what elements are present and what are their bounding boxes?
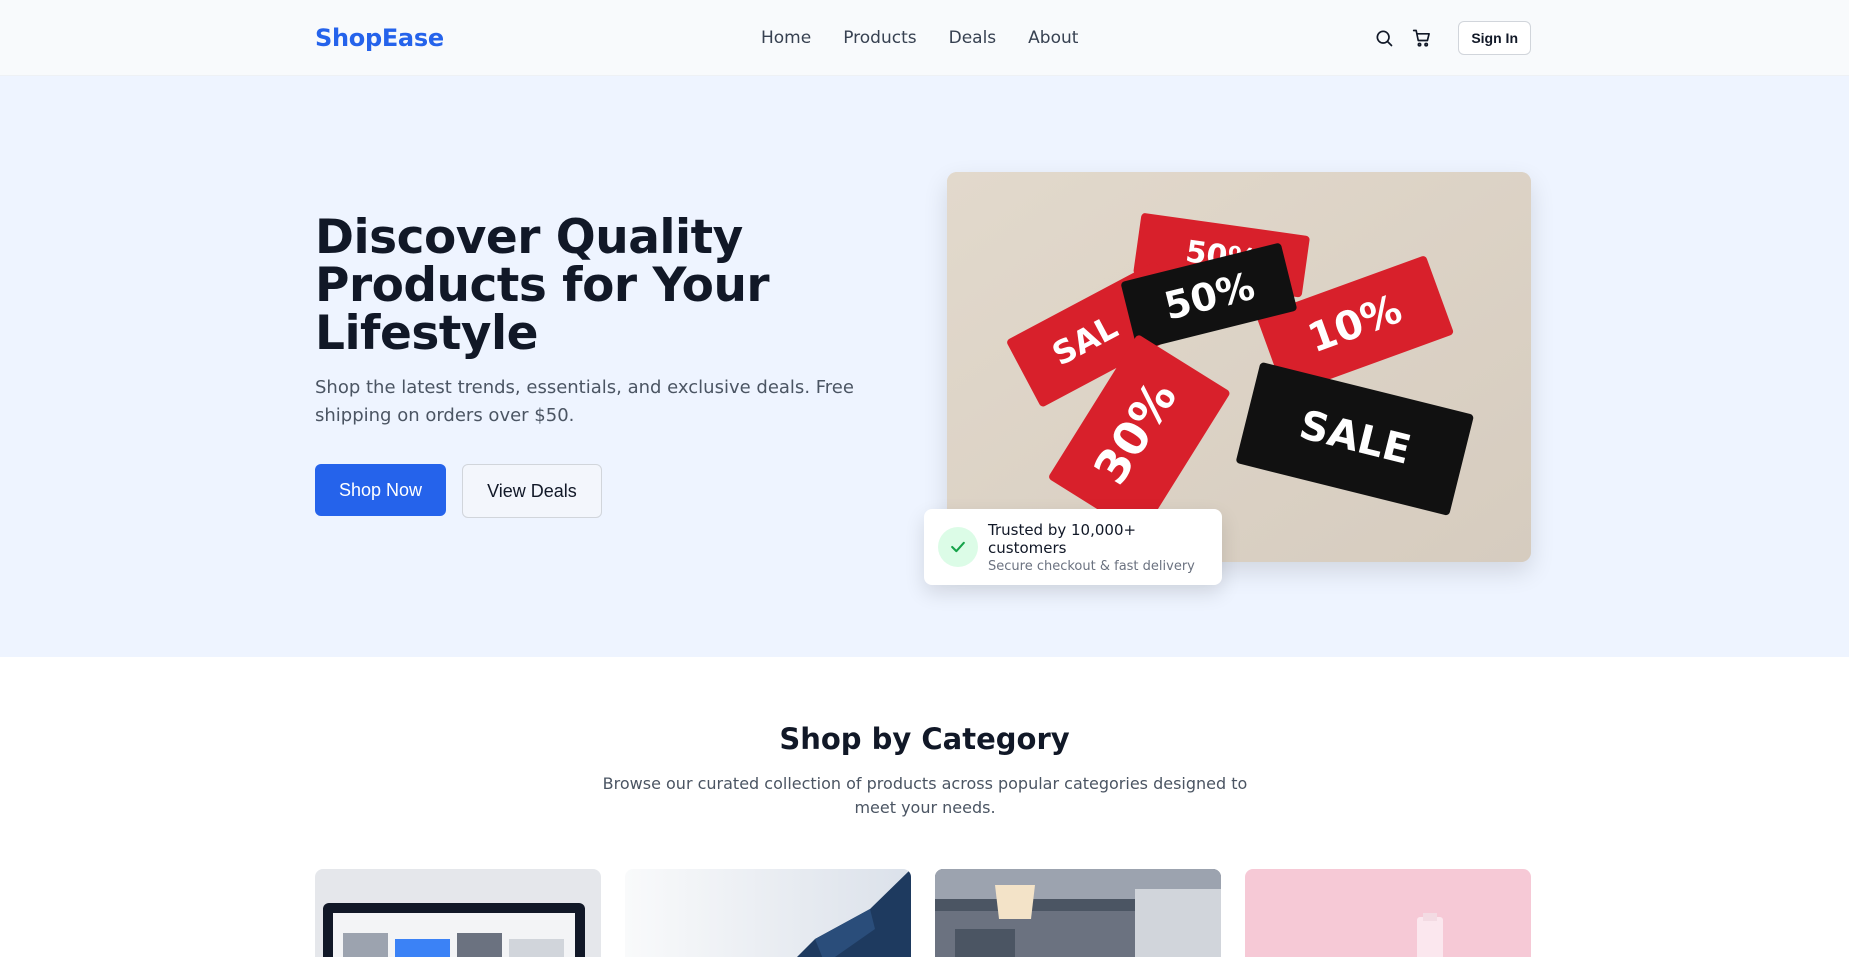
shop-now-button[interactable]: Shop Now (315, 464, 447, 516)
category-card-beauty[interactable] (1245, 869, 1531, 957)
trust-badge-card: Trusted by 10,000+ customers Secure chec… (924, 509, 1222, 585)
category-card-electronics[interactable] (315, 869, 601, 957)
category-cards (315, 869, 1531, 957)
hero-buttons: Shop Now View Deals (315, 464, 905, 518)
category-card-home[interactable] (935, 869, 1221, 957)
trust-subtitle: Secure checkout & fast delivery (988, 558, 1195, 574)
nav-about[interactable]: About (1028, 28, 1078, 48)
hero-title: Discover Quality Products for Your Lifes… (315, 210, 770, 361)
category-section: Shop by Category Browse our curated coll… (0, 657, 1849, 957)
logo[interactable]: ShopEase (315, 24, 444, 52)
main-nav: Home Products Deals About (761, 28, 1078, 48)
site-header: ShopEase Home Products Deals About Sign … (0, 0, 1849, 76)
trust-title: Trusted by 10,000+ customers (988, 520, 1137, 557)
category-card-fashion[interactable] (625, 869, 911, 957)
view-deals-button[interactable]: View Deals (462, 464, 602, 518)
header-container: ShopEase Home Products Deals About Sign … (315, 0, 1531, 76)
sign-in-button[interactable]: Sign In (1458, 21, 1531, 55)
nav-home[interactable]: Home (761, 28, 811, 48)
check-icon (938, 527, 978, 567)
hero-subtitle: Shop the latest trends, essentials, and … (315, 377, 854, 426)
nav-deals[interactable]: Deals (949, 28, 997, 48)
hero-section: Discover Quality Products for Your Lifes… (0, 76, 1849, 657)
hero-sale-image: 50% SAL 10% 50% 30% SALE (947, 172, 1531, 562)
hero-content: Discover Quality Products for Your Lifes… (315, 214, 905, 518)
header-actions: Sign In (1372, 21, 1531, 55)
category-subtitle: Browse our curated collection of product… (602, 774, 1248, 817)
nav-products[interactable]: Products (843, 28, 916, 48)
search-icon[interactable] (1372, 26, 1396, 50)
trust-text: Trusted by 10,000+ customers Secure chec… (988, 521, 1208, 574)
cart-icon[interactable] (1410, 26, 1434, 50)
category-title: Shop by Category (779, 722, 1070, 756)
